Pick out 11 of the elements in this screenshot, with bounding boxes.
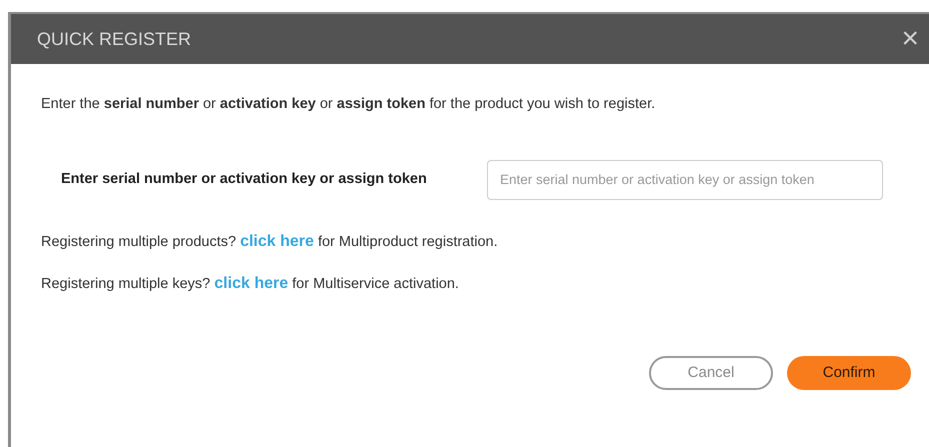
cancel-button[interactable]: Cancel — [649, 356, 773, 390]
click-here-link[interactable]: click here — [214, 274, 288, 292]
field-label: Enter serial number or activation key or assign token — [61, 170, 428, 189]
click-here-link[interactable]: click here — [240, 232, 314, 250]
dialog-title: QUICK REGISTER — [37, 28, 192, 50]
multi-registration-text: Registering multiple products? click here for Multiproduct registration. — [41, 232, 499, 252]
intro-text: Enter the serial number or activation key or assign token for the product you wish to register. — [41, 95, 656, 114]
multi-registration-text: Registering multiple keys? click here for Multiservice activation. — [41, 274, 460, 294]
serial-input-field[interactable]: Enter serial number or activation key or assign token — [487, 160, 883, 200]
confirm-button[interactable]: Confirm — [787, 356, 911, 390]
close-button[interactable]: × — [901, 24, 919, 54]
